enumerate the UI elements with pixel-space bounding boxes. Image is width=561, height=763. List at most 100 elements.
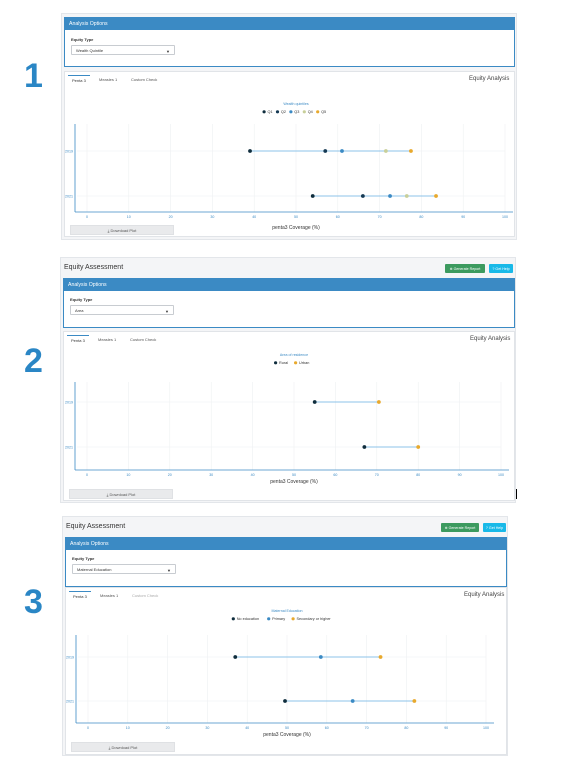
analysis-options-title: Analysis Options [66,538,506,550]
x-tick-label: 80 [419,215,423,219]
legend-marker [289,110,293,114]
legend-label: Urban [299,361,309,365]
y-tick-label: 2019 [66,655,74,659]
data-point [233,655,238,659]
equity-assessment-title: Equity Assessment [66,523,126,530]
x-tick-label: 10 [127,215,131,219]
legend-label: Rural [279,361,288,365]
x-axis-title: penta3 Coverage (%) [263,732,311,738]
chevron-down-icon: ▼ [165,309,169,314]
legend-label: Q1 [268,110,273,114]
equity-assessment-title: Equity Assessment [64,264,124,271]
get-help-button[interactable]: ? Get Help [489,264,513,273]
legend-label: Secondary or higher [297,617,332,621]
analysis-options-title: Analysis Options [64,279,514,291]
generate-report-button[interactable]: ⊕ Generate Report [445,264,485,273]
legend-label: Q4 [308,110,313,114]
legend-marker [302,110,306,114]
x-tick-label: 80 [416,473,420,477]
generate-report-button[interactable]: ⊕ Generate Report [441,523,479,532]
download-plot-button[interactable]: ⤓ Download Plot [71,742,175,752]
equity-chart: 0 10 20 30 40 50 60 70 80 90 100 2019 2021 Maternal E… [66,609,494,738]
x-tick-label: 60 [336,215,340,219]
panel-number: 2 [24,342,43,380]
equity-type-select[interactable]: Maternal Education ▼ [72,564,176,574]
legend-title: Area of residence [280,353,308,357]
x-tick-label: 60 [325,726,329,730]
legend-marker [294,361,298,365]
data-point [310,194,315,198]
screenshot-panel-1: Analysis Options Equity Type Wealth Quin… [61,13,517,240]
data-point [388,194,392,198]
data-point [360,194,365,198]
equity-type-select[interactable]: Area ▼ [70,305,174,315]
x-tick-label: 100 [498,473,504,477]
x-tick-label: 20 [168,473,172,477]
screenshot-panel-3: Equity Assessment ⊕ Generate Report ? Ge… [62,516,508,756]
chevron-down-icon: ▼ [167,568,171,573]
data-point [248,149,252,153]
legend-marker [267,617,271,621]
x-tick-label: 70 [378,215,382,219]
x-tick-label: 40 [252,215,256,219]
download-plot-button[interactable]: ⤓ Download Plot [70,225,174,235]
y-tick-label: 2021 [65,445,73,449]
x-tick-label: 90 [444,726,448,730]
x-tick-label: 30 [205,726,209,730]
x-tick-label: 40 [245,726,249,730]
x-tick-label: 20 [169,215,173,219]
analysis-options-box: Analysis Options Equity Type Maternal Ed… [65,537,507,587]
legend-title: Maternal Education [272,609,303,613]
x-tick-label: 40 [251,473,255,477]
analysis-options-title: Analysis Options [65,18,514,30]
equity-type-value: Maternal Education [77,566,112,572]
data-point [404,194,409,198]
analysis-options-box: Analysis Options Equity Type Area ▼ [63,278,515,328]
x-tick-label: 80 [404,726,408,730]
screenshot-panel-2: Equity Assessment ⊕ Generate Report ? Ge… [60,257,516,503]
x-tick-label: 70 [365,726,369,730]
equity-type-label: Equity Type [70,297,93,302]
equity-chart: 0 10 20 30 40 50 60 70 80 90 100 2019 2021 Wealth qui… [65,102,513,231]
x-tick-label: 20 [166,726,170,730]
y-tick-label: 2019 [65,149,73,153]
data-point [416,445,421,449]
data-point [409,149,413,153]
legend-label: Primary [272,617,285,621]
data-point [412,699,417,703]
x-tick-label: 100 [502,215,508,219]
analysis-options-box: Analysis Options Equity Type Wealth Quin… [64,17,515,67]
equity-type-label: Equity Type [71,37,94,42]
x-tick-label: 50 [292,473,296,477]
chevron-down-icon: ▼ [166,49,170,54]
x-tick-label: 50 [285,726,289,730]
legend-label: Q3 [294,110,299,114]
plot-box: Penta 3 Measles 1 Custom Check Equity An… [64,71,515,237]
y-tick-label: 2021 [66,699,74,703]
legend-marker [231,617,235,621]
equity-type-select[interactable]: Wealth Quintile ▼ [71,45,175,55]
legend-marker [275,110,280,114]
data-point [312,400,317,404]
x-axis-title: penta3 Coverage (%) [270,479,318,485]
plot-box: Penta 3 Measles 1 Custom Check Equity An… [63,331,515,501]
x-tick-label: 10 [126,473,130,477]
equity-chart: 0 10 20 30 40 50 60 70 80 90 100 2019 2021 Area of re… [65,353,509,485]
x-tick-label: 100 [483,726,489,730]
x-tick-label: 50 [294,215,298,219]
x-tick-label: 0 [86,215,88,219]
get-help-button[interactable]: ? Get Help [483,523,506,532]
data-point [350,699,355,703]
data-point [340,149,344,153]
panel-number: 1 [24,57,43,95]
download-plot-button[interactable]: ⤓ Download Plot [69,489,173,499]
legend-marker [262,110,266,114]
data-point [434,194,438,198]
data-point [383,149,388,153]
legend-marker [316,110,320,114]
x-tick-label: 0 [86,473,88,477]
data-point [323,149,328,153]
data-point [318,655,323,659]
data-point [362,445,367,449]
x-axis-title: penta3 Coverage (%) [272,225,320,231]
